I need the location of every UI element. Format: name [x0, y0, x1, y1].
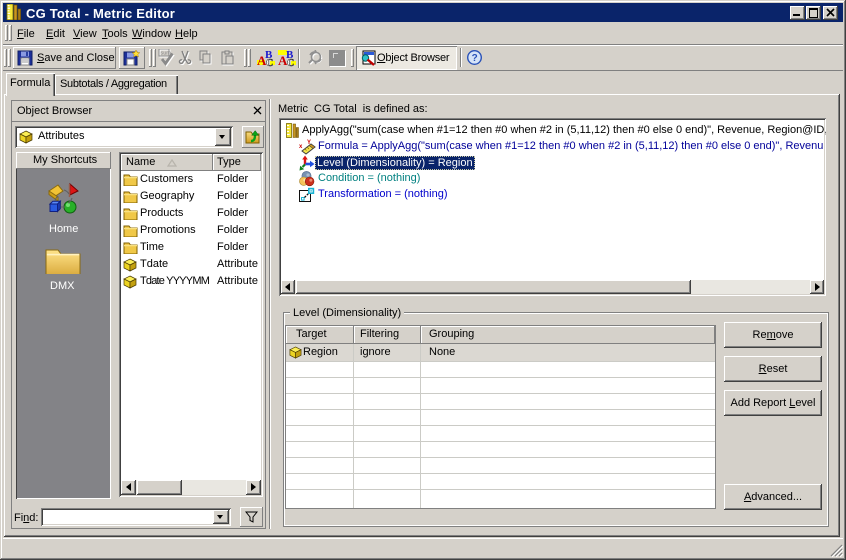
svg-text:x: x [299, 144, 303, 150]
svg-text:?: ? [472, 53, 478, 64]
svg-text:C: C [266, 58, 273, 68]
svg-text:C: C [287, 58, 294, 68]
